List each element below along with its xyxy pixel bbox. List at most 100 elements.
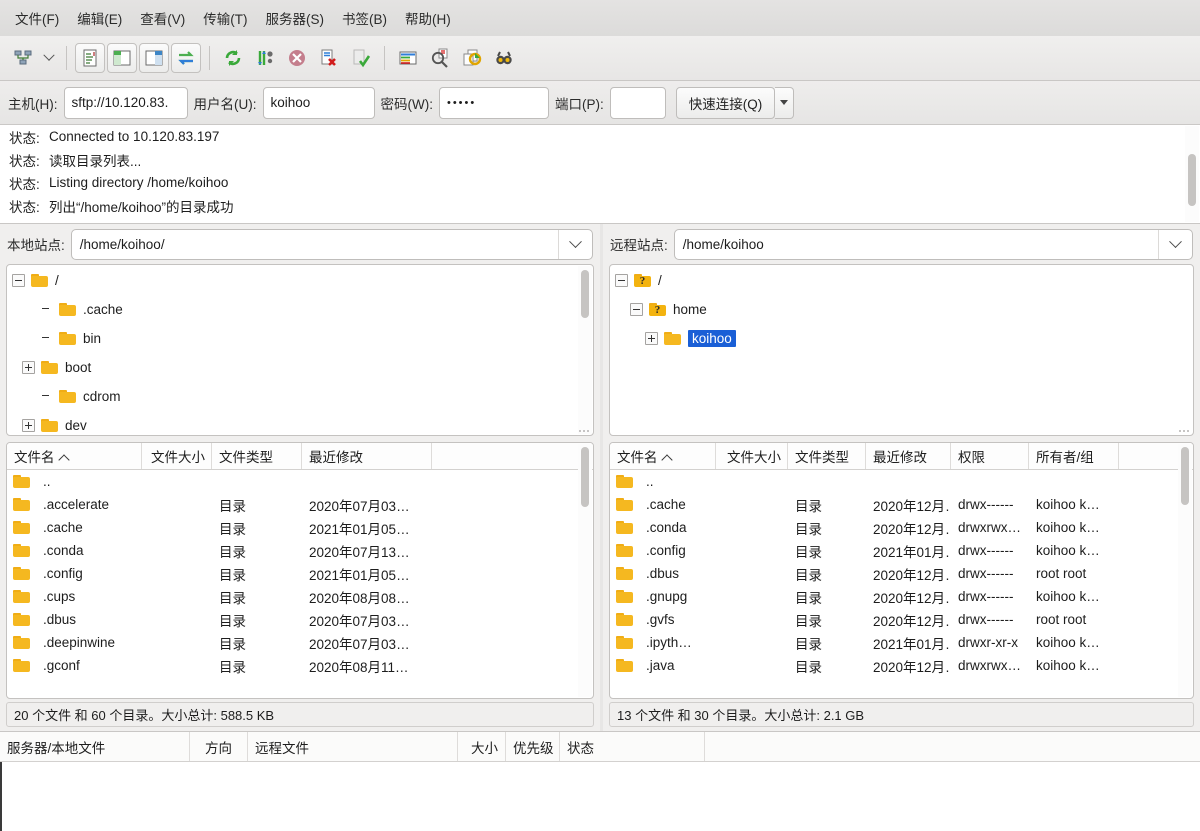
host-input[interactable]: sftp://10.120.83. bbox=[63, 86, 188, 119]
queue-column-header[interactable]: 远程文件 bbox=[248, 732, 458, 761]
tree-item[interactable]: koihoo bbox=[611, 324, 1192, 353]
column-header[interactable]: 文件名 bbox=[610, 443, 716, 469]
menu-file[interactable]: 文件(F) bbox=[6, 4, 68, 32]
column-header[interactable]: 所有者/组 bbox=[1029, 443, 1119, 469]
table-row[interactable]: .cups 目录 2020年08月08… bbox=[7, 585, 593, 608]
tree-item[interactable]: / bbox=[8, 266, 592, 295]
local-file-list-body[interactable]: .. .accelerate 目录 2020年07月03… .cache 目录 2021年0… bbox=[7, 470, 593, 698]
table-row[interactable]: .dbus 目录 2020年12月… drwx------ root root bbox=[610, 562, 1193, 585]
toggle-message-log-icon[interactable] bbox=[75, 43, 105, 73]
table-row[interactable]: .gnupg 目录 2020年12月… drwx------ koihoo k… bbox=[610, 585, 1193, 608]
column-header[interactable]: 文件大小 bbox=[142, 443, 212, 469]
table-row[interactable]: .. bbox=[610, 470, 1193, 493]
column-header[interactable]: 文件名 bbox=[7, 443, 142, 469]
column-header[interactable]: 文件类型 bbox=[212, 443, 302, 469]
local-directory-tree[interactable]: / .cache bin boot cdrom dev bbox=[6, 264, 594, 436]
toggle-transfer-queue-icon[interactable] bbox=[171, 43, 201, 73]
remote-file-list-header[interactable]: 文件名 文件大小 文件类型 最近修改 权限 所有者/组 bbox=[610, 443, 1193, 470]
chevron-down-icon[interactable] bbox=[1158, 229, 1192, 259]
collapse-expander-icon[interactable] bbox=[12, 274, 25, 287]
collapse-expander-icon[interactable] bbox=[615, 274, 628, 287]
site-manager-dropdown-icon[interactable] bbox=[40, 43, 58, 73]
quickconnect-history-dropdown-icon[interactable] bbox=[775, 86, 795, 119]
scrollbar-thumb[interactable] bbox=[1188, 154, 1196, 206]
local-tree-scrollbar[interactable] bbox=[578, 266, 592, 434]
expand-expander-icon[interactable] bbox=[22, 361, 35, 374]
menu-bookmarks[interactable]: 书签(B) bbox=[333, 4, 396, 32]
menu-server[interactable]: 服务器(S) bbox=[257, 4, 334, 32]
password-input[interactable]: ••••• bbox=[438, 86, 549, 119]
table-row[interactable]: .gconf 目录 2020年08月11… bbox=[7, 654, 593, 677]
remote-file-list-scrollbar[interactable] bbox=[1178, 444, 1192, 697]
column-header[interactable]: 权限 bbox=[951, 443, 1029, 469]
username-input[interactable]: koihoo bbox=[262, 86, 375, 119]
table-row[interactable]: .cache 目录 2020年12月… drwx------ koihoo k… bbox=[610, 493, 1193, 516]
local-site-combo[interactable]: /home/koihoo/ bbox=[70, 228, 593, 260]
find-files-icon[interactable] bbox=[489, 43, 519, 73]
table-row[interactable]: .accelerate 目录 2020年07月03… bbox=[7, 493, 593, 516]
column-header[interactable]: 文件类型 bbox=[788, 443, 866, 469]
tree-item[interactable]: cdrom bbox=[8, 382, 592, 411]
table-row[interactable]: .config 目录 2021年01月05… bbox=[7, 562, 593, 585]
menu-edit[interactable]: 编辑(E) bbox=[68, 4, 131, 32]
table-row[interactable]: .. bbox=[7, 470, 593, 493]
column-header[interactable]: 最近修改 bbox=[866, 443, 951, 469]
transfer-queue-body[interactable] bbox=[0, 762, 1200, 831]
disconnect-icon[interactable] bbox=[314, 43, 344, 73]
scrollbar-thumb[interactable] bbox=[581, 447, 589, 507]
column-header[interactable]: 最近修改 bbox=[302, 443, 432, 469]
toggle-local-tree-icon[interactable] bbox=[107, 43, 137, 73]
refresh-icon[interactable] bbox=[218, 43, 248, 73]
collapse-expander-icon[interactable] bbox=[630, 303, 643, 316]
port-input[interactable] bbox=[609, 86, 666, 119]
queue-column-header[interactable]: 优先级 bbox=[506, 732, 560, 761]
tree-item[interactable]: ? / bbox=[611, 266, 1192, 295]
table-row[interactable]: .conda 目录 2020年12月… drwxrwx… koihoo k… bbox=[610, 516, 1193, 539]
local-site-input[interactable]: /home/koihoo/ bbox=[72, 237, 558, 252]
process-queue-icon[interactable] bbox=[250, 43, 280, 73]
remote-directory-tree[interactable]: ? /? home koihoo bbox=[609, 264, 1194, 436]
tree-item[interactable]: bin bbox=[8, 324, 592, 353]
queue-column-header[interactable]: 大小 bbox=[458, 732, 506, 761]
scrollbar-thumb[interactable] bbox=[581, 270, 589, 318]
resize-grip[interactable] bbox=[579, 430, 589, 432]
remote-file-list[interactable]: 文件名 文件大小 文件类型 最近修改 权限 所有者/组 .. .cache 目录 2020年12… bbox=[609, 442, 1194, 699]
local-file-list[interactable]: 文件名 文件大小 文件类型 最近修改 .. .accelerate 目录 2020年07月0… bbox=[6, 442, 594, 699]
remote-file-list-body[interactable]: .. .cache 目录 2020年12月… drwx------ koihoo k… .c… bbox=[610, 470, 1193, 698]
transfer-queue-header[interactable]: 服务器/本地文件 方向 远程文件 大小 优先级 状态 bbox=[0, 732, 1200, 762]
synchronized-browsing-icon[interactable] bbox=[457, 43, 487, 73]
chevron-down-icon[interactable] bbox=[558, 229, 592, 259]
tree-item[interactable]: ? home bbox=[611, 295, 1192, 324]
queue-column-header[interactable]: 状态 bbox=[560, 732, 705, 761]
quickconnect-button[interactable]: 快速连接(Q) bbox=[675, 86, 776, 119]
directory-comparison-icon[interactable] bbox=[425, 43, 455, 73]
expand-expander-icon[interactable] bbox=[645, 332, 658, 345]
toggle-remote-tree-icon[interactable] bbox=[139, 43, 169, 73]
message-log-scrollbar[interactable] bbox=[1185, 126, 1199, 222]
queue-column-header[interactable]: 方向 bbox=[190, 732, 248, 761]
tree-item[interactable]: boot bbox=[8, 353, 592, 382]
table-row[interactable]: .ipyth… 目录 2021年01月… drwxr-xr-x koihoo k… bbox=[610, 631, 1193, 654]
cancel-operation-icon[interactable] bbox=[282, 43, 312, 73]
expand-expander-icon[interactable] bbox=[22, 419, 35, 432]
filter-icon[interactable] bbox=[393, 43, 423, 73]
reconnect-icon[interactable] bbox=[346, 43, 376, 73]
resize-grip[interactable] bbox=[1179, 430, 1189, 432]
table-row[interactable]: .cache 目录 2021年01月05… bbox=[7, 516, 593, 539]
site-manager-icon[interactable] bbox=[8, 43, 38, 73]
remote-site-input[interactable]: /home/koihoo bbox=[675, 237, 1158, 252]
table-row[interactable]: .conda 目录 2020年07月13… bbox=[7, 539, 593, 562]
table-row[interactable]: .dbus 目录 2020年07月03… bbox=[7, 608, 593, 631]
menu-view[interactable]: 查看(V) bbox=[131, 4, 194, 32]
remote-site-combo[interactable]: /home/koihoo bbox=[673, 228, 1193, 260]
table-row[interactable]: .config 目录 2021年01月… drwx------ koihoo k… bbox=[610, 539, 1193, 562]
tree-item[interactable]: dev bbox=[8, 411, 592, 434]
menu-help[interactable]: 帮助(H) bbox=[396, 4, 460, 32]
local-file-list-scrollbar[interactable] bbox=[578, 444, 592, 697]
queue-column-header[interactable]: 服务器/本地文件 bbox=[0, 732, 190, 761]
tree-item[interactable]: .cache bbox=[8, 295, 592, 324]
table-row[interactable]: .deepinwine 目录 2020年07月03… bbox=[7, 631, 593, 654]
menu-transfer[interactable]: 传输(T) bbox=[194, 4, 256, 32]
column-header[interactable]: 文件大小 bbox=[716, 443, 788, 469]
scrollbar-thumb[interactable] bbox=[1181, 447, 1189, 505]
